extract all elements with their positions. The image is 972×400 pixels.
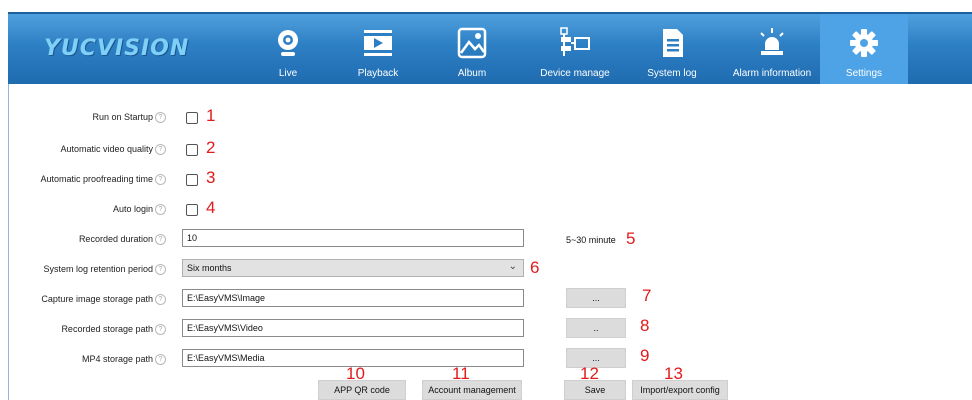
nav-playback[interactable]: Playback	[348, 14, 408, 84]
recorded-duration-input[interactable]	[182, 229, 524, 247]
nav-device-manage-label: Device manage	[540, 68, 610, 79]
image-icon	[455, 26, 489, 60]
capture-path-browse-button[interactable]: ...	[566, 288, 626, 308]
save-button[interactable]: Save	[564, 380, 626, 400]
recorded-duration-unit: 5~30 minute	[566, 235, 616, 245]
help-icon[interactable]: ?	[155, 144, 166, 155]
recorded-path-input[interactable]	[182, 319, 524, 337]
help-icon[interactable]: ?	[155, 174, 166, 185]
auto-video-quality-checkbox[interactable]	[186, 144, 198, 156]
marker-3: 3	[206, 168, 216, 187]
mp4-path-label: MP4 storage path	[81, 354, 153, 364]
help-icon[interactable]: ?	[155, 234, 166, 245]
help-icon[interactable]: ?	[155, 354, 166, 365]
film-play-icon	[361, 26, 395, 60]
log-retention-label: System log retention period	[43, 264, 153, 274]
nav-album[interactable]: Album	[444, 14, 500, 84]
gear-icon	[847, 26, 881, 60]
app-qr-code-button[interactable]: APP QR code	[318, 380, 406, 400]
auto-video-quality-label: Automatic video quality	[60, 144, 153, 154]
nav-live-label: Live	[278, 68, 298, 79]
help-icon[interactable]: ?	[155, 112, 166, 123]
marker-4: 4	[206, 198, 216, 217]
nav-system-log[interactable]: System log	[638, 14, 706, 84]
auto-proofreading-label: Automatic proofreading time	[40, 174, 153, 184]
top-navigation-bar: YUCVISION Live Playback Album Device man…	[8, 12, 972, 84]
nav-playback-label: Playback	[357, 68, 399, 79]
nav-album-label: Album	[457, 68, 487, 79]
help-icon[interactable]: ?	[155, 294, 166, 305]
auto-login-label: Auto login	[112, 204, 153, 214]
marker-7: 7	[642, 286, 652, 305]
device-tree-icon	[558, 26, 592, 60]
recorded-path-browse-button[interactable]: ..	[566, 318, 626, 338]
account-management-button[interactable]: Account management	[422, 380, 522, 400]
run-on-startup-checkbox[interactable]	[186, 112, 198, 124]
marker-1: 1	[206, 106, 216, 125]
help-icon[interactable]: ?	[155, 324, 166, 335]
nav-settings-label: Settings	[845, 68, 883, 79]
nav-alarm-information[interactable]: Alarm information	[724, 14, 820, 84]
chevron-down-icon: ⌄	[508, 261, 517, 272]
help-icon[interactable]: ?	[155, 264, 166, 275]
nav-alarm-information-label: Alarm information	[732, 68, 812, 79]
recorded-path-label: Recorded storage path	[61, 324, 153, 334]
nav-live[interactable]: Live	[259, 14, 317, 84]
help-icon[interactable]: ?	[155, 204, 166, 215]
nav-system-log-label: System log	[647, 68, 697, 79]
marker-9: 9	[640, 346, 650, 365]
auto-login-checkbox[interactable]	[186, 204, 198, 216]
app-logo: YUCVISION	[44, 36, 190, 61]
nav-settings[interactable]: Settings	[820, 14, 908, 84]
log-retention-value: Six months	[187, 263, 232, 273]
recorded-duration-label: Recorded duration	[78, 234, 153, 244]
marker-6: 6	[530, 258, 540, 277]
nav-device-manage[interactable]: Device manage	[536, 14, 614, 84]
log-retention-select[interactable]: Six months ⌄	[182, 259, 524, 277]
auto-proofreading-checkbox[interactable]	[186, 174, 198, 186]
webcam-icon	[271, 26, 305, 60]
marker-5: 5	[626, 229, 636, 248]
document-icon	[655, 26, 689, 60]
capture-path-label: Capture image storage path	[41, 294, 153, 304]
capture-path-input[interactable]	[182, 289, 524, 307]
run-on-startup-label: Run on Startup	[92, 112, 153, 122]
alarm-light-icon	[755, 26, 789, 60]
marker-8: 8	[640, 316, 650, 335]
import-export-config-button[interactable]: Import/export config	[632, 380, 728, 400]
marker-2: 2	[206, 138, 216, 157]
